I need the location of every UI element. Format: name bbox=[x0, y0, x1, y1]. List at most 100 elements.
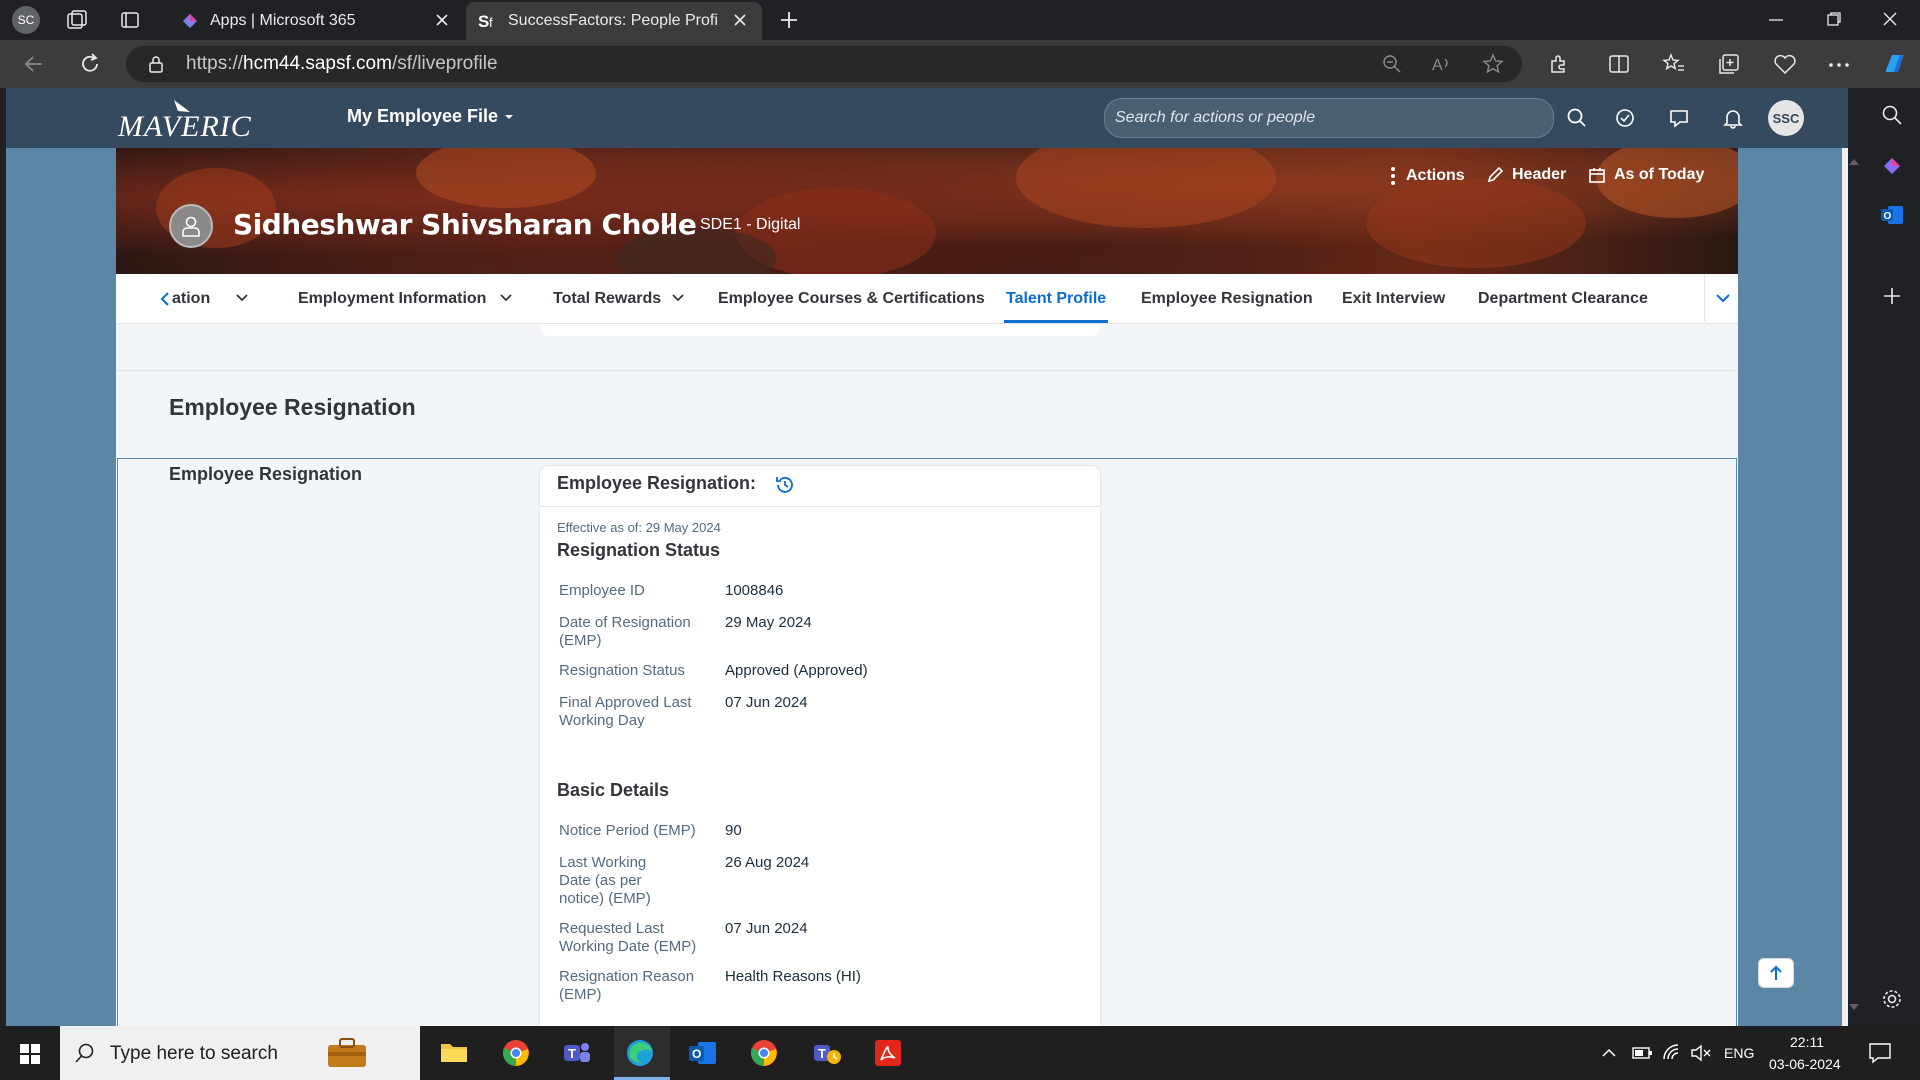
browser-tab-m365[interactable]: Apps | Microsoft 365 bbox=[168, 2, 464, 40]
successfactors-icon: Sf bbox=[478, 11, 498, 31]
chevron-down-icon[interactable] bbox=[500, 294, 512, 302]
taskbar-search-input[interactable]: Type here to search bbox=[60, 1026, 420, 1080]
more-menu-icon[interactable] bbox=[1828, 62, 1850, 68]
maveric-logo[interactable]: MAVERIC bbox=[118, 98, 278, 143]
overflow-divider bbox=[1704, 274, 1705, 322]
read-aloud-icon[interactable]: A bbox=[1432, 54, 1454, 74]
volume-muted-icon[interactable] bbox=[1690, 1043, 1712, 1063]
field-value: 07 Jun 2024 bbox=[725, 920, 808, 937]
shell-search-input[interactable]: Search for actions or people bbox=[1104, 98, 1554, 138]
svg-text:A: A bbox=[1432, 57, 1443, 74]
collections-icon[interactable] bbox=[1718, 53, 1740, 75]
windows-start-icon[interactable] bbox=[19, 1043, 41, 1065]
refresh-icon[interactable] bbox=[78, 52, 102, 76]
task-chrome-icon-2[interactable] bbox=[750, 1039, 778, 1067]
scroll-to-top-button[interactable] bbox=[1758, 958, 1794, 988]
task-chrome-icon[interactable] bbox=[502, 1039, 530, 1067]
sidebar-settings-icon[interactable] bbox=[1881, 988, 1903, 1010]
more-tabs-chevron-icon[interactable] bbox=[1716, 294, 1730, 304]
wifi-icon[interactable] bbox=[1662, 1043, 1684, 1063]
restore-icon[interactable] bbox=[1826, 11, 1842, 27]
clock-date[interactable]: 03-06-2024 bbox=[1769, 1056, 1841, 1072]
tab-actions-icon[interactable] bbox=[120, 10, 140, 30]
browser-tab-successfactors[interactable]: Sf SuccessFactors: People Profile for bbox=[466, 2, 762, 40]
scroll-down-arrow-icon[interactable] bbox=[1848, 1002, 1860, 1012]
copilot-icon[interactable] bbox=[1880, 50, 1908, 78]
url-text[interactable]: https://hcm44.sapsf.com/sf/liveprofile bbox=[186, 53, 498, 75]
extensions-icon[interactable] bbox=[1548, 53, 1570, 75]
name-dropdown-chevron-icon[interactable] bbox=[660, 219, 676, 231]
task-outlook-icon[interactable]: O bbox=[688, 1039, 718, 1067]
tab-information-partial[interactable]: ation bbox=[172, 290, 210, 308]
url-path: /sf/liveprofile bbox=[391, 53, 498, 74]
scroll-up-arrow-icon[interactable] bbox=[1848, 157, 1860, 167]
close-tab-icon[interactable] bbox=[732, 12, 748, 28]
task-acrobat-icon[interactable] bbox=[874, 1039, 902, 1067]
effective-date: Effective as of: 29 May 2024 bbox=[557, 520, 721, 535]
tab-label: Employee Resignation bbox=[1141, 290, 1313, 307]
tab-exit-interview[interactable]: Exit Interview bbox=[1342, 290, 1445, 308]
actions-label: Actions bbox=[1406, 167, 1465, 184]
taskbar-search-icon bbox=[74, 1042, 96, 1064]
chevron-down-icon[interactable] bbox=[672, 294, 684, 302]
close-tab-icon[interactable] bbox=[434, 12, 450, 28]
sidebar-copilot-icon[interactable] bbox=[1880, 154, 1904, 178]
tab-employee-resignation[interactable]: Employee Resignation bbox=[1141, 290, 1313, 308]
user-avatar[interactable]: SSC bbox=[1768, 100, 1804, 136]
search-icon[interactable] bbox=[1566, 107, 1588, 129]
lock-icon[interactable] bbox=[148, 55, 164, 73]
header-actions-button[interactable]: Actions bbox=[1390, 166, 1465, 186]
new-tab-icon[interactable] bbox=[778, 9, 800, 31]
language-indicator[interactable]: ENG bbox=[1724, 1045, 1754, 1061]
as-of-today-button[interactable]: As of Today bbox=[1588, 166, 1704, 184]
search-placeholder: Search for actions or people bbox=[1115, 109, 1316, 126]
favorite-star-icon[interactable] bbox=[1482, 53, 1504, 75]
person-icon bbox=[182, 216, 200, 237]
notes-icon[interactable] bbox=[1668, 107, 1690, 129]
sidebar-add-icon[interactable] bbox=[1882, 286, 1902, 306]
minimize-icon[interactable] bbox=[1768, 14, 1784, 26]
field-value: 26 Aug 2024 bbox=[725, 854, 810, 871]
section-heading: Employee Resignation bbox=[169, 394, 416, 420]
tab-department-clearance[interactable]: Department Clearance bbox=[1478, 290, 1648, 308]
tab-employee-courses[interactable]: Employee Courses & Certifications bbox=[718, 290, 985, 308]
header-edit-button[interactable]: Header bbox=[1486, 166, 1566, 184]
chevron-down-icon[interactable] bbox=[236, 294, 248, 302]
tab-employment-information[interactable]: Employment Information bbox=[298, 290, 486, 308]
clock-time[interactable]: 22:11 bbox=[1790, 1034, 1824, 1050]
workspaces-icon[interactable] bbox=[66, 10, 88, 30]
approvals-icon[interactable] bbox=[1614, 107, 1636, 129]
show-hidden-icons[interactable] bbox=[1602, 1048, 1616, 1058]
task-teams-icon[interactable]: T bbox=[562, 1039, 592, 1067]
tab-talent-profile[interactable]: Talent Profile bbox=[1006, 290, 1106, 308]
bell-icon[interactable] bbox=[1722, 107, 1744, 129]
pencil-icon bbox=[1486, 166, 1504, 184]
profile-avatar[interactable]: SC bbox=[12, 6, 40, 34]
tab-title: Apps | Microsoft 365 bbox=[210, 12, 356, 29]
browser-essentials-icon[interactable] bbox=[1773, 53, 1797, 75]
profile-section-tabs: ation Employment Information Total Rewar… bbox=[116, 274, 1738, 324]
field-label: Resignation Status bbox=[559, 662, 685, 679]
task-teams-classic-icon[interactable]: T bbox=[812, 1039, 842, 1067]
task-file-explorer-icon[interactable] bbox=[440, 1040, 468, 1064]
edge-sidebar: O bbox=[1864, 88, 1920, 1026]
zoom-icon[interactable] bbox=[1382, 54, 1402, 74]
profile-avatar-placeholder[interactable] bbox=[169, 204, 213, 248]
sidebar-search-icon[interactable] bbox=[1881, 104, 1903, 126]
my-employee-file-menu[interactable]: My Employee File bbox=[347, 106, 514, 127]
battery-icon[interactable] bbox=[1632, 1044, 1654, 1062]
task-edge-icon[interactable] bbox=[626, 1039, 654, 1067]
history-icon[interactable] bbox=[774, 474, 796, 496]
search-highlight-icon[interactable] bbox=[326, 1036, 368, 1070]
page-scrollbar[interactable] bbox=[1842, 148, 1848, 1026]
notifications-icon[interactable] bbox=[1868, 1042, 1892, 1064]
favorites-icon[interactable] bbox=[1662, 52, 1686, 74]
tab-total-rewards[interactable]: Total Rewards bbox=[553, 290, 661, 308]
sidebar-outlook-icon[interactable]: O bbox=[1880, 204, 1904, 226]
sf-shell-bar: MAVERIC My Employee File Search for acti… bbox=[6, 88, 1848, 148]
scroll-left-icon[interactable] bbox=[160, 291, 170, 307]
split-screen-icon[interactable] bbox=[1608, 53, 1630, 75]
field-value: 90 bbox=[725, 822, 742, 839]
close-window-icon[interactable] bbox=[1882, 11, 1898, 27]
back-icon[interactable] bbox=[22, 53, 46, 75]
